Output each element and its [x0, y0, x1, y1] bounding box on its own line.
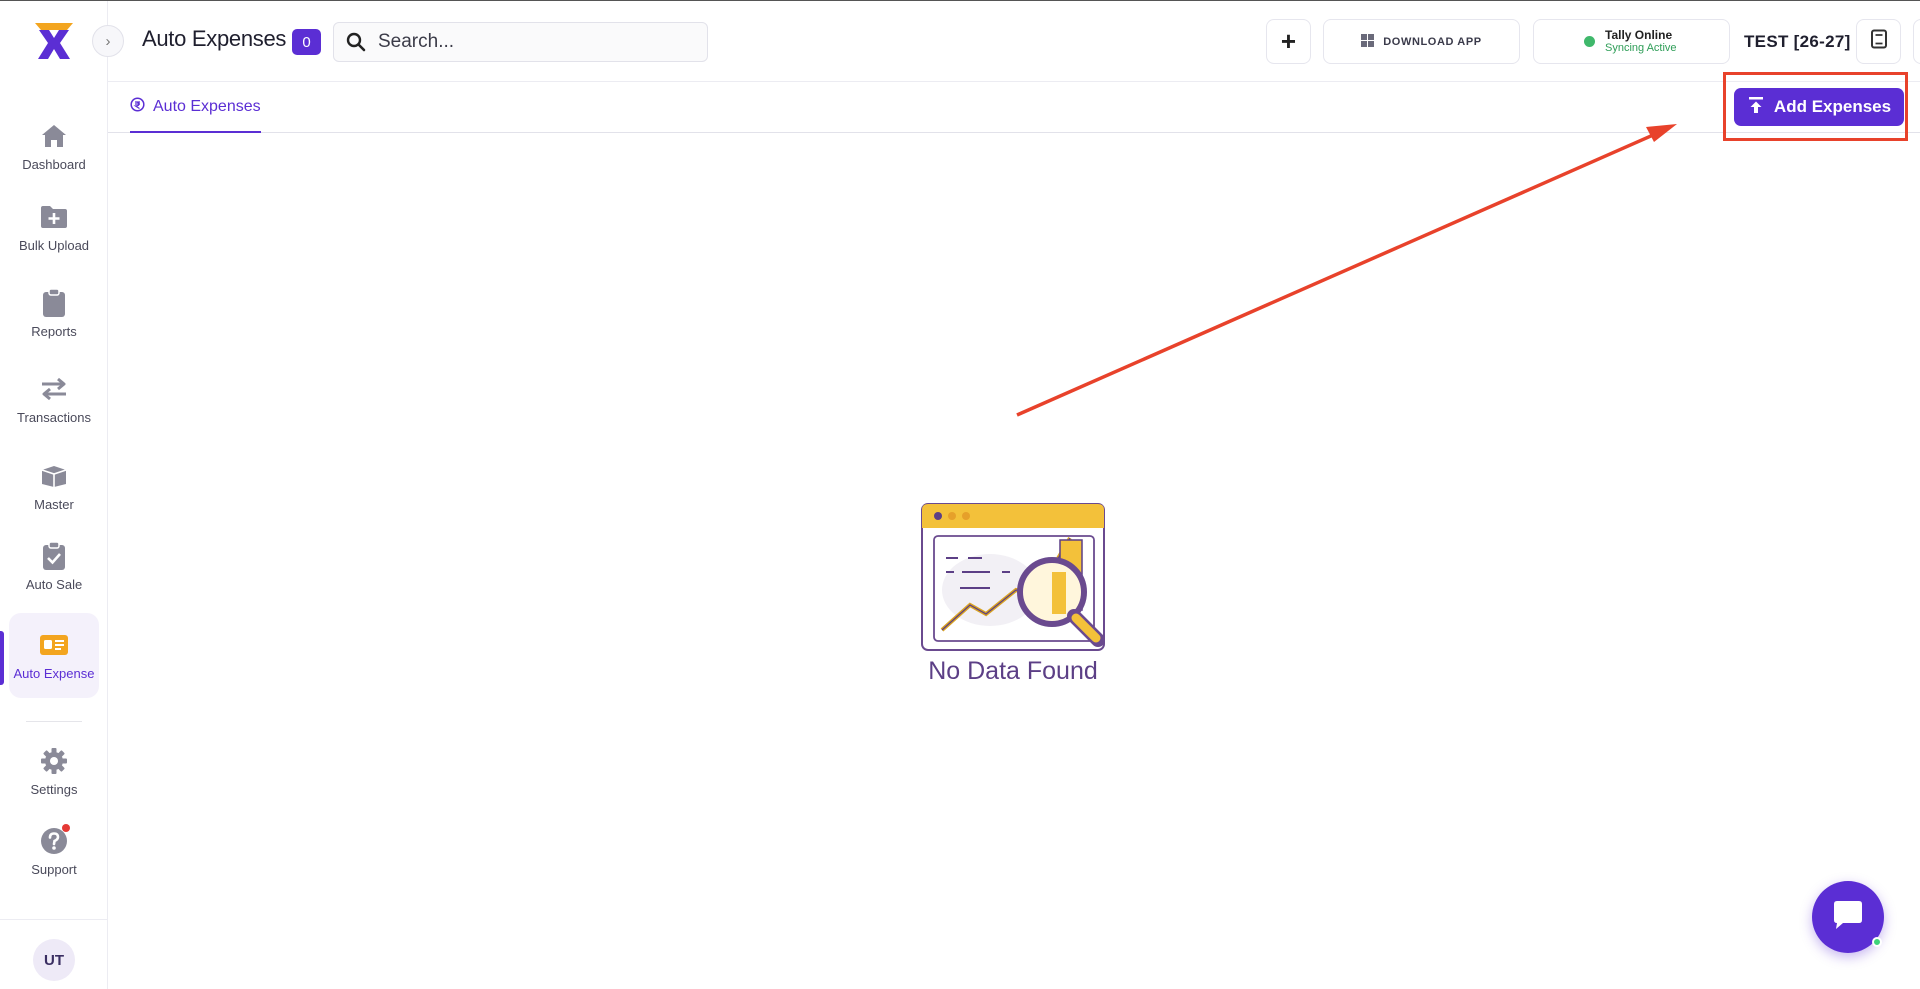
sidebar-item-auto-sale[interactable]: Auto Sale [9, 536, 99, 596]
tally-status-button[interactable]: Tally Online Syncing Active [1533, 19, 1730, 64]
sidebar-item-bulk-upload[interactable]: Bulk Upload [9, 197, 99, 257]
help-icon [39, 823, 70, 856]
id-card-icon [39, 630, 69, 660]
sidebar-item-label: Auto Sale [25, 576, 83, 592]
windows-icon [1361, 33, 1375, 50]
book-icon [1870, 29, 1888, 54]
sidebar-item-master[interactable]: Master [9, 456, 99, 516]
tab-auto-expenses[interactable]: Auto Expenses [130, 82, 261, 133]
sidebar-item-auto-expense[interactable]: Auto Expense [9, 613, 99, 698]
tab-label: Auto Expenses [153, 97, 261, 115]
sidebar-item-dashboard[interactable]: Dashboard [9, 116, 99, 176]
tally-sync-status: Syncing Active [1605, 41, 1677, 54]
sidebar-item-reports[interactable]: Reports [9, 283, 99, 343]
annotation-arrow [1016, 124, 1677, 417]
sidebar-toggle-button[interactable]: › [92, 25, 124, 57]
app-logo[interactable] [33, 20, 75, 62]
sidebar-divider [26, 721, 82, 722]
download-app-button[interactable]: DOWNLOAD APP [1323, 19, 1520, 64]
download-app-label: DOWNLOAD APP [1383, 35, 1482, 48]
sidebar-item-label: Auto Expense [13, 666, 95, 681]
notifications-button[interactable] [1913, 19, 1920, 64]
chevron-right-icon: › [105, 32, 111, 50]
user-avatar[interactable]: UT [33, 939, 75, 981]
box-icon [39, 461, 69, 491]
sidebar-item-settings[interactable]: Settings [9, 741, 99, 801]
search-box [333, 22, 708, 62]
swap-arrows-icon [39, 374, 69, 404]
page-title: Auto Expenses [142, 26, 287, 51]
sidebar-item-label: Master [34, 496, 74, 512]
annotation-highlight-box [1723, 72, 1908, 141]
sidebar-item-transactions[interactable]: Transactions [9, 369, 99, 429]
folder-plus-icon [39, 202, 69, 232]
online-status-dot [1584, 36, 1595, 47]
chat-online-dot [1872, 937, 1882, 947]
sidebar: Dashboard Bulk Upload Reports Transactio… [0, 1, 108, 989]
top-header: › Auto Expenses 0 + DOWNLOAD APP Tally O… [92, 1, 1920, 82]
sidebar-item-support[interactable]: Support [9, 821, 99, 881]
chat-bubble-icon [1831, 899, 1865, 936]
sidebar-item-label: Support [31, 861, 77, 877]
search-input[interactable] [378, 31, 678, 53]
plus-icon: + [1280, 26, 1297, 56]
empty-state-message: No Data Found [928, 657, 1098, 685]
sidebar-item-label: Bulk Upload [18, 237, 90, 253]
search-icon [346, 32, 366, 57]
chat-support-button[interactable] [1812, 881, 1884, 953]
rupee-circle-icon [130, 96, 145, 117]
tally-title: Tally Online [1605, 27, 1673, 42]
support-notification-dot [62, 823, 70, 832]
gear-icon [39, 746, 69, 776]
sidebar-item-label: Dashboard [22, 156, 86, 172]
sidebar-item-label: Settings [30, 781, 78, 797]
sidebar-item-label: Transactions [17, 409, 91, 425]
count-badge: 0 [292, 29, 321, 55]
sidebar-bottom-divider [0, 919, 108, 920]
quick-add-button[interactable]: + [1266, 19, 1311, 64]
clipboard-check-icon [39, 540, 69, 571]
clipboard-icon [39, 287, 69, 318]
home-icon [39, 121, 69, 151]
company-name[interactable]: TEST [26-27] [1744, 32, 1851, 52]
tab-bar: Auto Expenses [108, 82, 1920, 133]
sidebar-item-label: Reports [31, 323, 77, 339]
active-indicator [0, 631, 4, 685]
ledger-button[interactable] [1856, 19, 1901, 64]
